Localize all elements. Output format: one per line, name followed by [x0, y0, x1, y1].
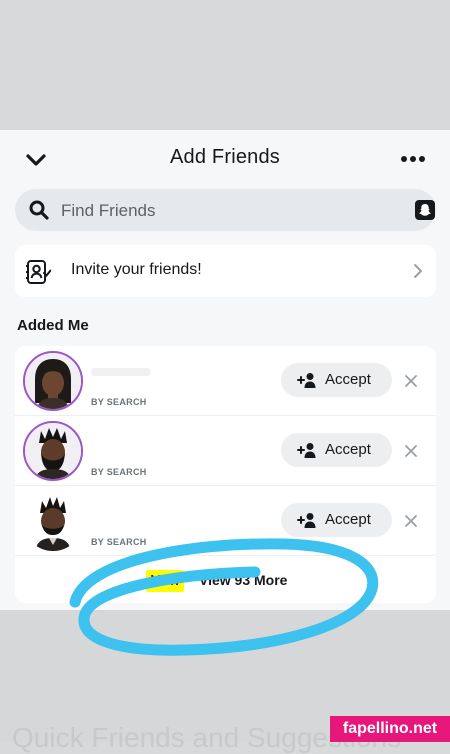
header: Add Friends [0, 130, 450, 186]
close-icon[interactable] [405, 375, 417, 387]
request-source: BY SEARCH [91, 397, 147, 407]
add-friend-icon [297, 373, 316, 388]
section-title: Added Me [17, 317, 89, 334]
close-icon[interactable] [405, 445, 417, 457]
search-icon [29, 200, 49, 220]
chevron-right-icon [414, 264, 422, 278]
add-friend-icon [297, 443, 316, 458]
invite-label: Invite your friends! [71, 261, 202, 278]
contacts-icon [26, 260, 51, 284]
search-input[interactable] [59, 198, 383, 224]
highlight-scribble [69, 538, 379, 656]
avatar[interactable] [23, 351, 83, 411]
invite-friends-row[interactable]: Invite your friends! [15, 245, 436, 297]
page-title: Add Friends [169, 146, 281, 168]
bitmoji-avatar [25, 353, 81, 409]
friend-request-row[interactable]: BY SEARCH Accept [15, 346, 436, 416]
snapcode-icon[interactable] [414, 199, 436, 221]
friend-name-hidden [91, 368, 151, 376]
accept-label: Accept [325, 511, 371, 528]
add-friend-icon [297, 513, 316, 528]
avatar[interactable] [23, 421, 83, 481]
close-icon[interactable] [405, 515, 417, 527]
background-top [0, 0, 450, 130]
accept-label: Accept [325, 371, 371, 388]
accept-label: Accept [325, 441, 371, 458]
friend-request-row[interactable]: BY SEARCH Accept [15, 416, 436, 486]
bitmoji-avatar [25, 423, 81, 479]
request-source: BY SEARCH [91, 467, 147, 477]
watermark: fapellino.net [330, 716, 450, 742]
accept-button[interactable]: Accept [281, 363, 392, 397]
search-bar[interactable] [15, 189, 436, 231]
more-icon[interactable] [400, 154, 426, 164]
accept-button[interactable]: Accept [281, 433, 392, 467]
